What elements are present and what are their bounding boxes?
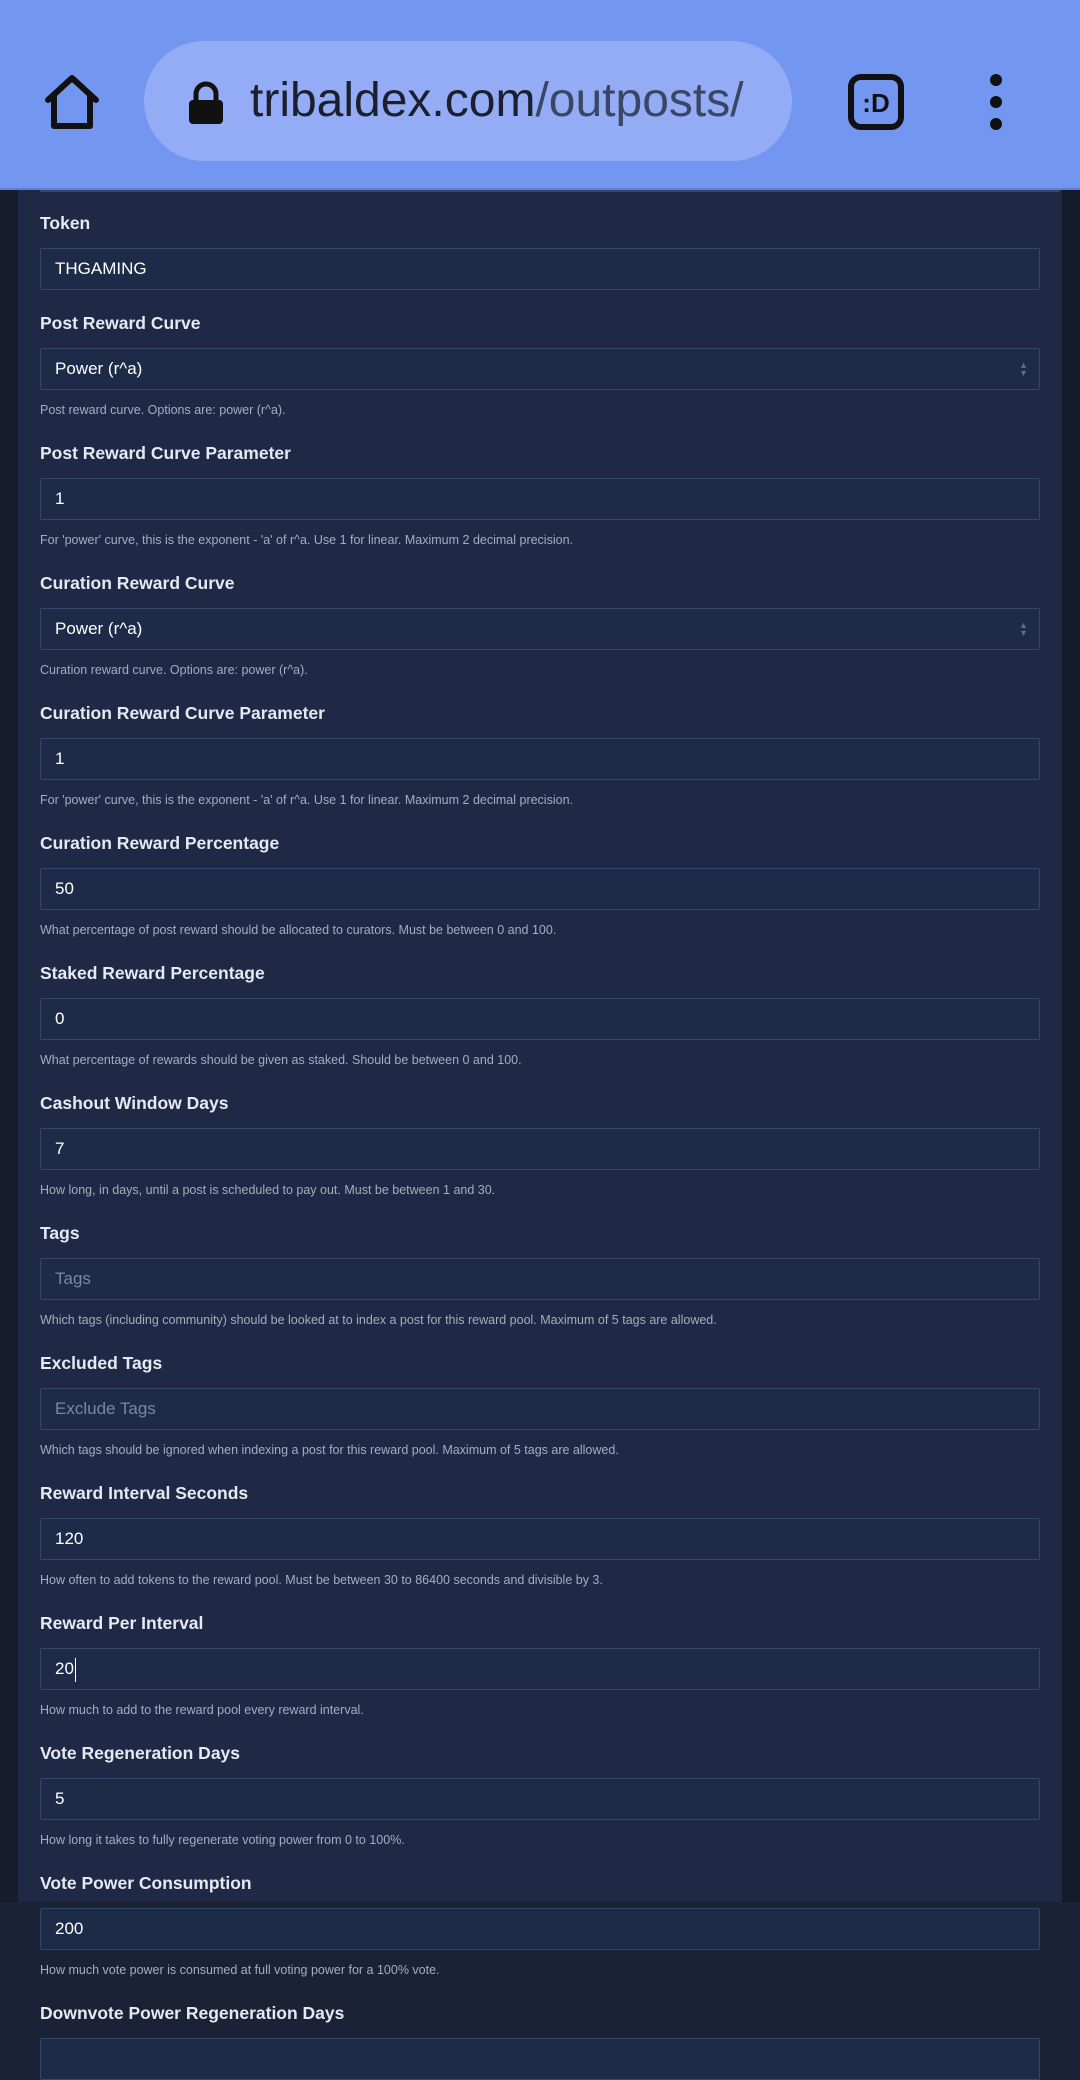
form-card: Token THGAMING Post Reward Curve Power (… xyxy=(18,190,1062,2080)
field-help: For 'power' curve, this is the exponent … xyxy=(40,793,573,807)
select-caret-icon: ▲ ▼ xyxy=(1019,620,1028,638)
field-staked-reward-percentage: Staked Reward Percentage 0 What percenta… xyxy=(40,960,1040,1070)
select-value: Power (r^a) xyxy=(55,359,143,378)
field-label: Post Reward Curve Parameter xyxy=(40,443,291,463)
curation-reward-curve-select[interactable]: Power (r^a) ▲ ▼ xyxy=(40,608,1040,650)
field-post-reward-curve: Post Reward Curve Power (r^a) ▲ ▼ Post re… xyxy=(40,310,1040,420)
field-help: Which tags should be ignored when indexi… xyxy=(40,1443,619,1457)
staked-reward-percentage-input[interactable]: 0 xyxy=(40,998,1040,1040)
field-help: What percentage of post reward should be… xyxy=(40,923,557,937)
downvote-power-regeneration-days-input[interactable] xyxy=(40,2038,1040,2080)
input-value: 20 xyxy=(55,1659,74,1678)
browser-toolbar: tribaldex.com/outposts/ :D xyxy=(0,0,1080,190)
field-label: Downvote Power Regeneration Days xyxy=(40,2003,345,2023)
url-path: /outposts/ xyxy=(535,74,744,127)
field-label: Staked Reward Percentage xyxy=(40,963,265,983)
field-reward-per-interval: Reward Per Interval 20 How much to add t… xyxy=(40,1610,1040,1720)
field-label: Cashout Window Days xyxy=(40,1093,229,1113)
field-reward-interval-seconds: Reward Interval Seconds 120 How often to… xyxy=(40,1480,1040,1590)
field-help: How often to add tokens to the reward po… xyxy=(40,1573,603,1587)
field-curation-reward-curve-parameter: Curation Reward Curve Parameter 1 For 'p… xyxy=(40,700,1040,810)
field-cashout-window-days: Cashout Window Days 7 How long, in days,… xyxy=(40,1090,1040,1200)
address-bar[interactable]: tribaldex.com/outposts/ xyxy=(144,41,792,161)
text-cursor xyxy=(74,1657,76,1682)
curation-reward-percentage-input[interactable]: 50 xyxy=(40,868,1040,910)
field-label: Excluded Tags xyxy=(40,1353,163,1373)
curation-reward-curve-parameter-input[interactable]: 1 xyxy=(40,738,1040,780)
field-label: Reward Interval Seconds xyxy=(40,1483,249,1503)
vote-power-consumption-input[interactable]: 200 xyxy=(40,1908,1040,1950)
field-label: Vote Regeneration Days xyxy=(40,1743,241,1763)
reward-per-interval-input[interactable]: 20 xyxy=(40,1648,1040,1690)
lock-icon xyxy=(186,81,226,125)
field-token: Token THGAMING xyxy=(40,210,1040,290)
field-label: Vote Power Consumption xyxy=(40,1873,252,1893)
select-value: Power (r^a) xyxy=(55,619,143,638)
field-label: Curation Reward Curve Parameter xyxy=(40,703,325,723)
field-help: How much vote power is consumed at full … xyxy=(40,1963,440,1977)
url-text: tribaldex.com/outposts/ xyxy=(250,65,770,137)
field-label: Token xyxy=(40,213,91,233)
field-help: How much to add to the reward pool every… xyxy=(40,1703,364,1717)
tab-switcher-label: :D xyxy=(862,88,889,118)
vote-regeneration-days-input[interactable]: 5 xyxy=(40,1778,1040,1820)
select-caret-icon: ▲ ▼ xyxy=(1019,360,1028,378)
field-help: What percentage of rewards should be giv… xyxy=(40,1053,522,1067)
field-downvote-power-regeneration-days: Downvote Power Regeneration Days xyxy=(40,2000,1040,2080)
field-help: Which tags (including community) should … xyxy=(40,1313,717,1327)
tags-input[interactable] xyxy=(40,1258,1040,1300)
field-help: Post reward curve. Options are: power (r… xyxy=(40,403,286,417)
field-help: Curation reward curve. Options are: powe… xyxy=(40,663,308,677)
post-reward-curve-parameter-input[interactable]: 1 xyxy=(40,478,1040,520)
home-icon[interactable] xyxy=(40,70,104,134)
field-help: How long, in days, until a post is sched… xyxy=(40,1183,496,1197)
field-post-reward-curve-parameter: Post Reward Curve Parameter 1 For 'power… xyxy=(40,440,1040,550)
scrollbar-track[interactable] xyxy=(1062,190,1080,1902)
outpost-form: Token THGAMING Post Reward Curve Power (… xyxy=(40,210,1040,2080)
field-tags: Tags Which tags (including community) sh… xyxy=(40,1220,1040,1330)
field-label: Curation Reward Curve xyxy=(40,573,235,593)
field-help: For 'power' curve, this is the exponent … xyxy=(40,533,573,547)
more-menu-icon[interactable] xyxy=(982,74,1010,130)
page-content: Token THGAMING Post Reward Curve Power (… xyxy=(0,190,1080,2080)
tab-switcher-button[interactable]: :D xyxy=(848,74,904,130)
field-curation-reward-curve: Curation Reward Curve Power (r^a) ▲ ▼ Cur… xyxy=(40,570,1040,680)
field-label: Reward Per Interval xyxy=(40,1613,204,1633)
field-label: Tags xyxy=(40,1223,80,1243)
field-vote-power-consumption: Vote Power Consumption 200 How much vote… xyxy=(40,1870,1040,1980)
divider xyxy=(40,190,1060,192)
field-label: Curation Reward Percentage xyxy=(40,833,280,853)
field-label: Post Reward Curve xyxy=(40,313,201,333)
url-domain: tribaldex.com xyxy=(250,74,536,127)
cashout-window-days-input[interactable]: 7 xyxy=(40,1128,1040,1170)
field-help: How long it takes to fully regenerate vo… xyxy=(40,1833,405,1847)
field-excluded-tags: Excluded Tags Which tags should be ignor… xyxy=(40,1350,1040,1460)
excluded-tags-input[interactable] xyxy=(40,1388,1040,1430)
reward-interval-seconds-input[interactable]: 120 xyxy=(40,1518,1040,1560)
token-input[interactable]: THGAMING xyxy=(40,248,1040,290)
post-reward-curve-select[interactable]: Power (r^a) ▲ ▼ xyxy=(40,348,1040,390)
field-vote-regeneration-days: Vote Regeneration Days 5 How long it tak… xyxy=(40,1740,1040,1850)
field-curation-reward-percentage: Curation Reward Percentage 50 What perce… xyxy=(40,830,1040,940)
